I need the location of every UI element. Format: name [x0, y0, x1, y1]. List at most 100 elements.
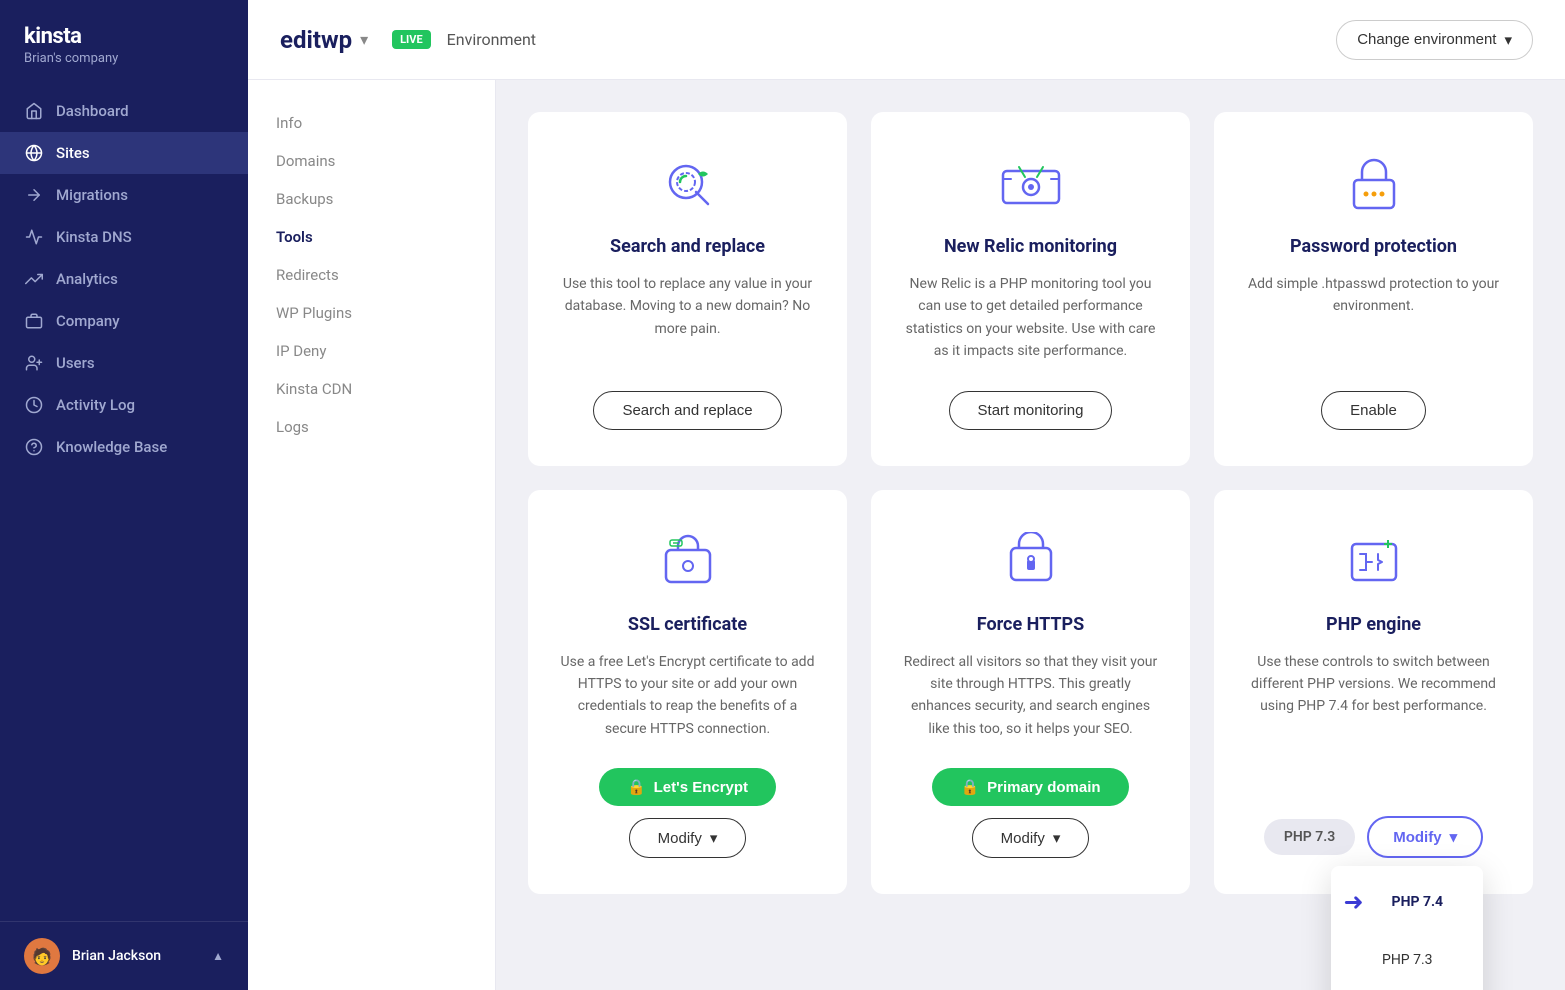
sidebar-item-company[interactable]: Company	[0, 300, 248, 342]
sub-sidebar: Info Domains Backups Tools Redirects WP …	[248, 80, 496, 990]
sidebar-item-activity-log[interactable]: Activity Log	[0, 384, 248, 426]
topbar-right: Change environment ▾	[1336, 20, 1533, 60]
search-replace-desc: Use this tool to replace any value in yo…	[560, 273, 815, 363]
new-relic-desc: New Relic is a PHP monitoring tool you c…	[903, 273, 1158, 363]
ssl-icon	[656, 530, 720, 594]
company-label: Company	[56, 312, 120, 330]
new-relic-card: New Relic monitoring New Relic is a PHP …	[871, 112, 1190, 466]
search-replace-button[interactable]: Search and replace	[593, 391, 781, 430]
sidebar-item-analytics[interactable]: Analytics	[0, 258, 248, 300]
sub-nav-ip-deny[interactable]: IP Deny	[248, 332, 495, 370]
sub-nav-wp-plugins[interactable]: WP Plugins	[248, 294, 495, 332]
sub-nav-logs[interactable]: Logs	[248, 408, 495, 446]
password-protection-desc: Add simple .htpasswd protection to your …	[1246, 273, 1501, 363]
force-https-icon	[999, 530, 1063, 594]
company-name: Brian's company	[24, 51, 224, 66]
password-protection-card: Password protection Add simple .htpasswd…	[1214, 112, 1533, 466]
search-replace-actions: Search and replace	[560, 391, 815, 430]
ssl-actions: 🔒 Let's Encrypt Modify ▾	[560, 768, 815, 858]
https-shield-icon: 🔒	[960, 778, 979, 796]
sub-nav-kinsta-cdn[interactable]: Kinsta CDN	[248, 370, 495, 408]
ssl-modify-button[interactable]: Modify ▾	[629, 818, 747, 858]
php-modify-chevron-icon: ▾	[1450, 828, 1458, 846]
globe-icon	[24, 143, 44, 163]
change-env-label: Change environment	[1357, 31, 1496, 48]
site-info: editwp ▾ LIVE Environment	[280, 26, 536, 54]
ssl-title: SSL certificate	[628, 614, 747, 635]
sub-nav-redirects[interactable]: Redirects	[248, 256, 495, 294]
search-replace-card: Search and replace Use this tool to repl…	[528, 112, 847, 466]
password-protection-actions: Enable	[1246, 391, 1501, 430]
sidebar-nav: Dashboard Sites Migrations	[0, 74, 248, 921]
sidebar: kinsta Brian's company Dashboard Sites	[0, 0, 248, 990]
site-chevron-icon[interactable]: ▾	[360, 30, 368, 49]
password-protection-icon	[1342, 152, 1406, 216]
php-option-73[interactable]: PHP 7.3	[1331, 938, 1483, 982]
change-environment-button[interactable]: Change environment ▾	[1336, 20, 1533, 60]
sites-label: Sites	[56, 144, 90, 162]
php-option-72[interactable]: PHP 7.2	[1331, 982, 1483, 990]
sidebar-item-users[interactable]: Users	[0, 342, 248, 384]
force-https-card: Force HTTPS Redirect all visitors so tha…	[871, 490, 1190, 895]
search-replace-title: Search and replace	[610, 236, 765, 257]
sub-nav-domains[interactable]: Domains	[248, 142, 495, 180]
user-avatar: 🧑	[24, 938, 60, 974]
sidebar-item-knowledge-base[interactable]: Knowledge Base	[0, 426, 248, 468]
kinsta-dns-label: Kinsta DNS	[56, 228, 132, 246]
users-icon	[24, 353, 44, 373]
php-version-badge: PHP 7.3	[1264, 819, 1355, 855]
tools-content: Search and replace Use this tool to repl…	[496, 80, 1565, 990]
primary-domain-button[interactable]: 🔒 Primary domain	[932, 768, 1128, 806]
sidebar-item-migrations[interactable]: Migrations	[0, 174, 248, 216]
ssl-certificate-card: SSL certificate Use a free Let's Encrypt…	[528, 490, 847, 895]
start-monitoring-button[interactable]: Start monitoring	[949, 391, 1113, 430]
sub-nav-tools[interactable]: Tools	[248, 218, 495, 256]
https-modify-button[interactable]: Modify ▾	[972, 818, 1090, 858]
analytics-label: Analytics	[56, 270, 118, 288]
lets-encrypt-button[interactable]: 🔒 Let's Encrypt	[599, 768, 776, 806]
knowledge-base-label: Knowledge Base	[56, 438, 167, 456]
new-relic-icon	[999, 152, 1063, 216]
user-name: Brian Jackson	[72, 948, 200, 964]
search-replace-icon	[656, 152, 720, 216]
php-engine-icon	[1342, 530, 1406, 594]
enable-password-button[interactable]: Enable	[1321, 391, 1426, 430]
force-https-actions: 🔒 Primary domain Modify ▾	[903, 768, 1158, 858]
encrypt-shield-icon: 🔒	[627, 778, 646, 796]
main-content: editwp ▾ LIVE Environment Change environ…	[248, 0, 1565, 990]
content-area: Info Domains Backups Tools Redirects WP …	[248, 80, 1565, 990]
dns-icon	[24, 227, 44, 247]
activity-log-label: Activity Log	[56, 396, 135, 414]
php-arrow-icon: ➜	[1343, 888, 1363, 916]
new-relic-title: New Relic monitoring	[944, 236, 1117, 257]
php-version-dropdown: ➜ PHP 7.4 PHP 7.3 PHP 7.2	[1331, 866, 1483, 990]
sidebar-user[interactable]: 🧑 Brian Jackson ▲	[0, 921, 248, 990]
env-label: Environment	[447, 30, 536, 49]
php-engine-title: PHP engine	[1326, 614, 1421, 635]
https-modify-chevron-icon: ▾	[1053, 829, 1061, 847]
sidebar-item-kinsta-dns[interactable]: Kinsta DNS	[0, 216, 248, 258]
password-protection-title: Password protection	[1290, 236, 1457, 257]
sidebar-logo: kinsta Brian's company	[0, 0, 248, 74]
sidebar-item-dashboard[interactable]: Dashboard	[0, 90, 248, 132]
activity-log-icon	[24, 395, 44, 415]
topbar: editwp ▾ LIVE Environment Change environ…	[248, 0, 1565, 80]
php-engine-desc: Use these controls to switch between dif…	[1246, 651, 1501, 789]
live-badge: LIVE	[392, 30, 431, 49]
home-icon	[24, 101, 44, 121]
php-modify-button[interactable]: Modify ▾	[1367, 816, 1483, 858]
php-option-74[interactable]: PHP 7.4	[1372, 880, 1464, 924]
knowledge-base-icon	[24, 437, 44, 457]
users-label: Users	[56, 354, 95, 372]
ssl-desc: Use a free Let's Encrypt certificate to …	[560, 651, 815, 741]
sub-nav-backups[interactable]: Backups	[248, 180, 495, 218]
company-icon	[24, 311, 44, 331]
sidebar-item-sites[interactable]: Sites	[0, 132, 248, 174]
dashboard-label: Dashboard	[56, 102, 129, 120]
ssl-modify-chevron-icon: ▾	[710, 829, 718, 847]
php-version-row: PHP 7.3 Modify ▾ ➜ PHP 7.4	[1264, 816, 1483, 858]
site-name: editwp	[280, 26, 352, 54]
sub-nav-info[interactable]: Info	[248, 104, 495, 142]
php-engine-card: PHP engine Use these controls to switch …	[1214, 490, 1533, 895]
user-chevron-icon: ▲	[212, 949, 224, 963]
